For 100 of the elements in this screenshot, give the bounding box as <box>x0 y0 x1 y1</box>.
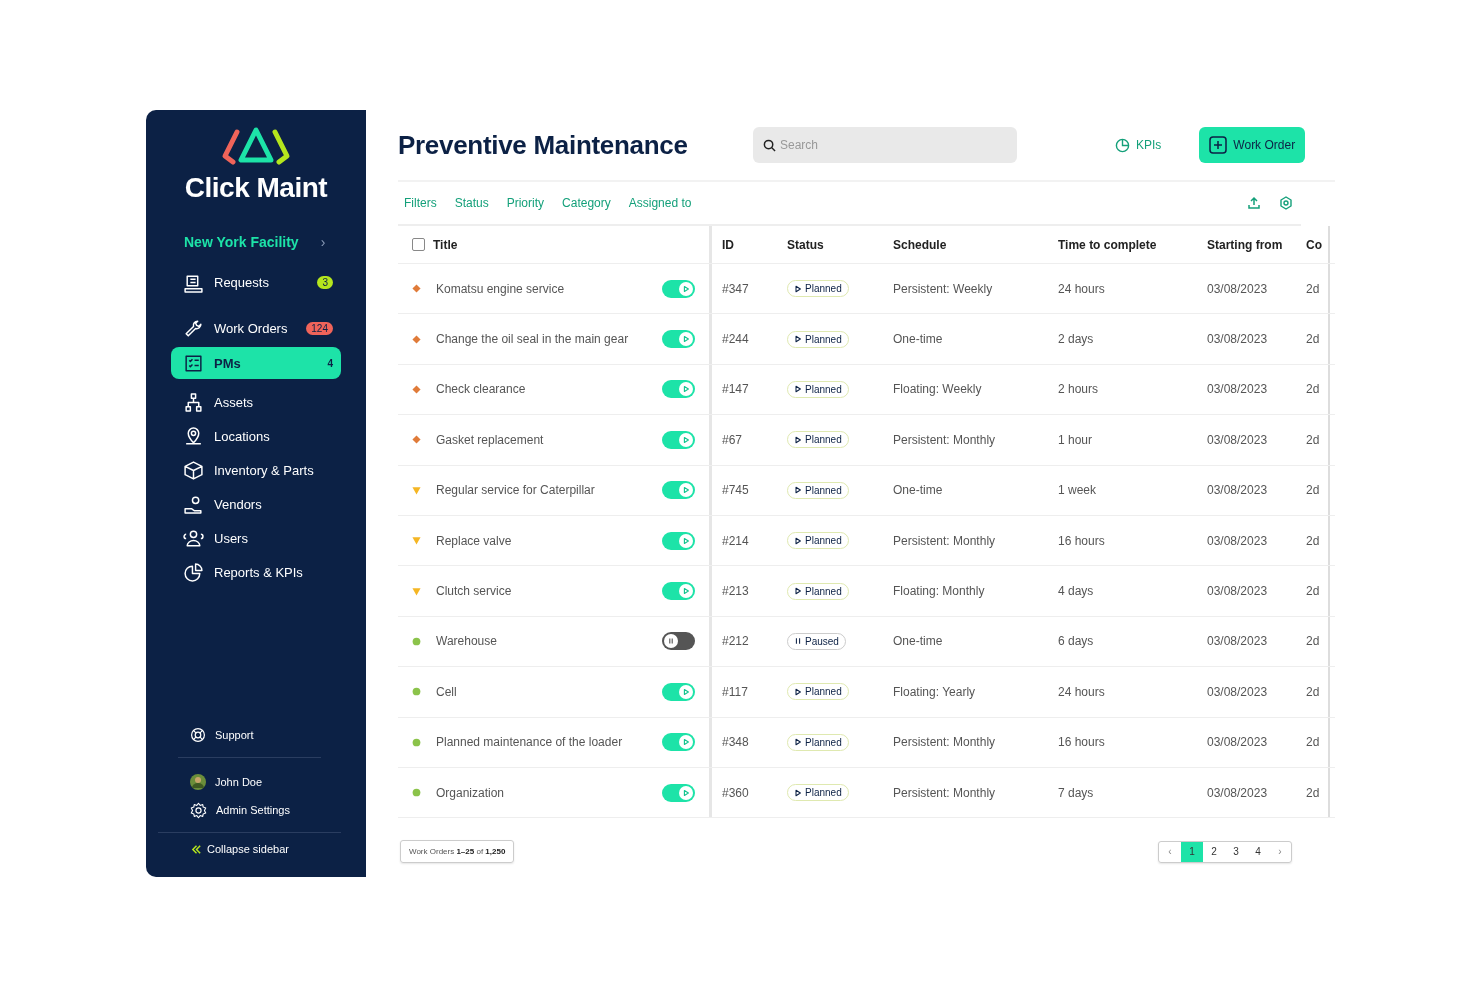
toggle-switch[interactable] <box>662 682 695 701</box>
page-button[interactable]: 2 <box>1203 841 1225 862</box>
date-cell: 03/08/2023 <box>1207 584 1268 599</box>
toggle-switch[interactable] <box>662 481 695 500</box>
table-cell: 2d <box>1306 533 1320 548</box>
id-cell: #117 <box>722 684 748 699</box>
table-cell: 2d <box>1306 634 1320 649</box>
nav-item[interactable]: Users <box>171 528 341 549</box>
toggle-switch[interactable] <box>662 380 695 399</box>
next-page-button[interactable]: › <box>1269 841 1291 862</box>
schedule-cell: Persistent: Monthly <box>893 735 996 750</box>
play-icon <box>682 536 690 545</box>
page-button[interactable]: 3 <box>1225 841 1247 862</box>
nav-item[interactable]: Locations <box>171 426 341 447</box>
play-icon <box>794 335 802 344</box>
nav-item[interactable]: Inventory & Parts <box>171 460 341 481</box>
settings-icon <box>190 801 207 819</box>
double-chevron-icon <box>191 843 202 855</box>
nav-icon <box>183 272 204 293</box>
toggle-switch[interactable] <box>662 279 695 298</box>
settings-icon[interactable] <box>1279 196 1293 210</box>
schedule-cell: Floating: Monthly <box>893 584 985 599</box>
play-icon <box>794 486 802 495</box>
play-icon <box>682 335 690 344</box>
toggle-switch[interactable] <box>662 330 695 349</box>
play-icon <box>682 788 690 797</box>
nav-item[interactable]: Work Orders 124 <box>171 318 341 339</box>
date-cell: 03/08/2023 <box>1207 785 1268 800</box>
duration-cell: 2 hours <box>1058 382 1099 397</box>
nav-item[interactable]: Reports & KPIs <box>171 562 341 583</box>
id-cell: #67 <box>722 432 743 447</box>
column-header[interactable]: ID <box>722 237 734 252</box>
support-link[interactable]: Support <box>146 721 254 749</box>
table-cell: 2d <box>1306 382 1320 397</box>
duration-cell: 4 days <box>1058 584 1094 599</box>
nav-icon <box>183 460 204 481</box>
nav-item[interactable]: Requests 3 <box>171 272 341 293</box>
play-icon <box>682 486 690 495</box>
play-icon <box>682 687 690 696</box>
date-cell: 03/08/2023 <box>1207 533 1268 548</box>
duration-cell: 1 week <box>1058 483 1097 498</box>
admin-settings-link[interactable]: Admin Settings <box>146 796 290 824</box>
schedule-cell: Persistent: Weekly <box>893 281 993 296</box>
table-cell: 2d <box>1306 332 1320 347</box>
filter-link[interactable]: Assigned to <box>628 196 692 210</box>
date-cell: 03/08/2023 <box>1207 684 1268 699</box>
column-header[interactable]: Time to complete <box>1058 237 1157 252</box>
pm-title: Clutch service <box>436 584 513 599</box>
column-header[interactable]: Title <box>433 237 458 252</box>
toggle-switch[interactable] <box>662 430 695 449</box>
plus-icon <box>1209 136 1228 154</box>
duration-cell: 1 hour <box>1058 432 1093 447</box>
play-icon <box>682 738 690 747</box>
toggle-switch[interactable] <box>662 632 695 651</box>
id-cell: #147 <box>722 382 749 397</box>
user-profile[interactable]: John Doe <box>146 768 263 796</box>
search-field[interactable]: Search <box>753 127 1017 163</box>
nav-icon <box>183 494 204 515</box>
page-button[interactable]: 1 <box>1181 841 1203 862</box>
date-cell: 03/08/2023 <box>1207 634 1268 649</box>
column-header[interactable]: Co <box>1306 237 1322 252</box>
column-header[interactable]: Starting from <box>1207 237 1283 252</box>
toggle-switch[interactable] <box>662 531 695 550</box>
id-cell: #213 <box>722 584 749 599</box>
schedule-cell: Floating: Yearly <box>893 684 976 699</box>
duration-cell: 2 days <box>1058 332 1094 347</box>
column-header[interactable]: Status <box>787 237 824 252</box>
date-cell: 03/08/2023 <box>1207 483 1268 498</box>
duration-cell: 16 hours <box>1058 735 1105 750</box>
table-cell: 2d <box>1306 735 1320 750</box>
nav-item[interactable]: Vendors <box>171 494 341 515</box>
facility-selector[interactable]: New York Facility <box>184 234 299 250</box>
table-cell: 2d <box>1306 432 1320 447</box>
pm-title: Warehouse <box>436 634 498 649</box>
work-order-button[interactable]: Work Order <box>1199 127 1306 163</box>
page-button[interactable]: 4 <box>1247 841 1269 862</box>
schedule-cell: One-time <box>893 332 943 347</box>
toggle-switch[interactable] <box>662 733 695 752</box>
toggle-switch[interactable] <box>662 783 695 802</box>
pm-title: Regular service for Caterpillar <box>436 483 596 498</box>
upload-icon[interactable] <box>1247 196 1261 210</box>
table-cell: 2d <box>1306 281 1320 296</box>
previous-page-button[interactable]: ‹ <box>1159 841 1181 862</box>
schedule-cell: One-time <box>893 483 943 498</box>
column-header[interactable]: Schedule <box>893 237 947 252</box>
id-cell: #348 <box>722 735 749 750</box>
count-badge: 3 <box>317 276 333 289</box>
nav-icon <box>183 318 204 339</box>
select-all-checkbox[interactable] <box>412 238 425 251</box>
duration-cell: 24 hours <box>1058 281 1105 296</box>
toggle-switch[interactable] <box>662 582 695 601</box>
pause-icon <box>667 637 675 646</box>
nav-item[interactable]: PMs 4 <box>171 347 341 379</box>
nav-item[interactable]: Assets <box>171 392 341 413</box>
lifebuoy-icon <box>190 727 206 743</box>
chevron-icon[interactable]: › <box>320 234 326 250</box>
date-cell: 03/08/2023 <box>1207 432 1268 447</box>
pm-title: Cell <box>436 684 458 699</box>
pause-icon <box>794 637 802 646</box>
collapse-sidebar-button[interactable]: Collapse sidebar <box>146 839 289 859</box>
